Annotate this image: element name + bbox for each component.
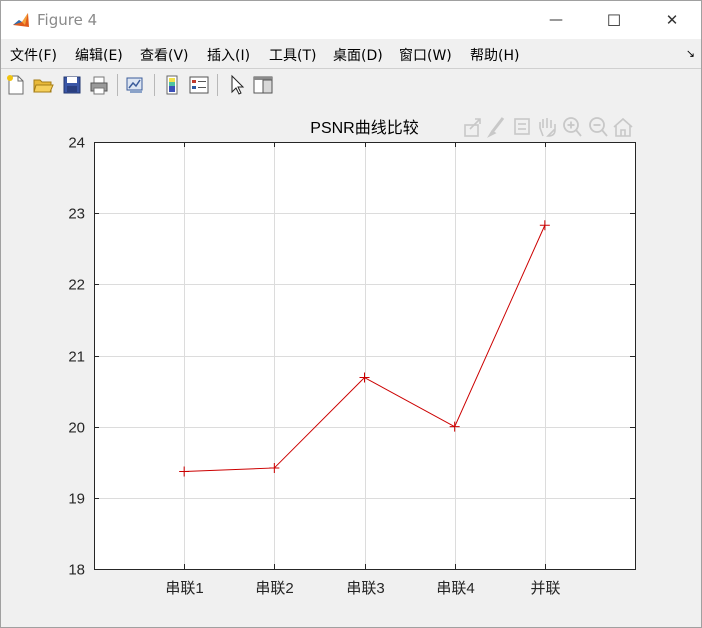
y-tick-label: 20 bbox=[68, 420, 85, 437]
y-tick-label: 18 bbox=[68, 562, 85, 579]
figure-window: Figure 4 — ☐ ✕ 文件(F) 编辑(E) 查看(V) 插入(I) 工… bbox=[0, 0, 702, 628]
x-tick-label: 串联3 bbox=[346, 580, 384, 597]
y-tick-label: 21 bbox=[68, 349, 85, 366]
chart-title: PSNR曲线比较 bbox=[310, 119, 418, 137]
x-tick-label: 并联 bbox=[530, 580, 560, 597]
plot-area bbox=[94, 142, 635, 569]
x-tick-label: 串联1 bbox=[165, 580, 203, 597]
psnr-line-chart: 18 19 20 21 22 23 24 串联1 串联2 串联3 串联4 并联 PSNR曲线比较 bbox=[68, 119, 636, 597]
y-tick-label: 22 bbox=[68, 277, 85, 294]
y-tick-label: 23 bbox=[68, 206, 85, 223]
x-tick-label: 串联4 bbox=[436, 580, 474, 597]
y-tick-label: 24 bbox=[68, 135, 85, 152]
y-tick-label: 19 bbox=[68, 491, 85, 508]
x-tick-label: 串联2 bbox=[255, 580, 293, 597]
